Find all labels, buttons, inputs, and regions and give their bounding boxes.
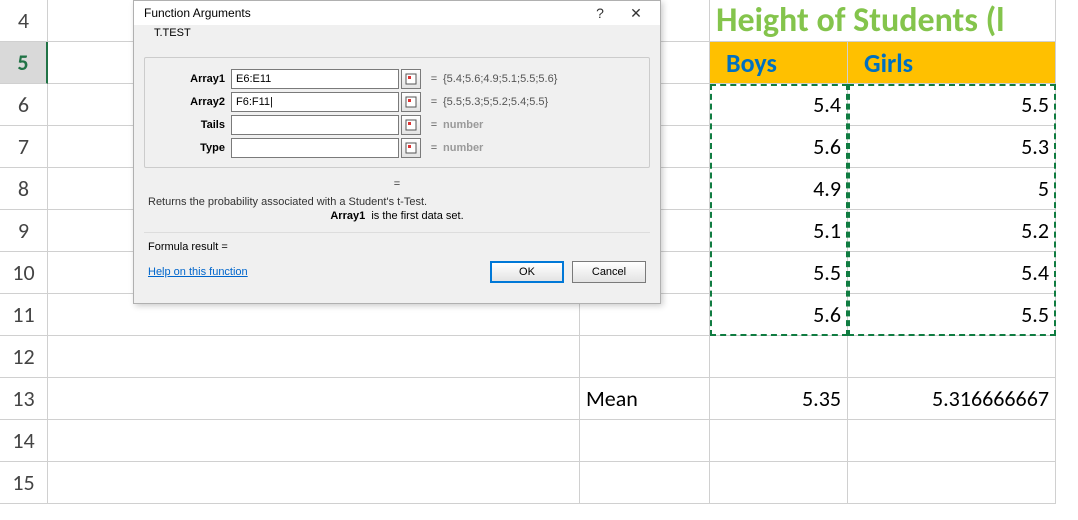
row-header-11[interactable]: 11 <box>0 294 48 336</box>
cell[interactable] <box>710 336 848 378</box>
row-header-4[interactable]: 4 <box>0 0 48 42</box>
function-arguments-dialog: Function Arguments ? ✕ T.TEST Array1 = {… <box>133 0 661 304</box>
range-picker-icon[interactable] <box>401 138 421 158</box>
cell-boys[interactable]: 5.5 <box>710 252 848 294</box>
equals-sign: = <box>427 73 441 85</box>
arg-label: Array1 <box>151 73 231 85</box>
help-icon[interactable]: ? <box>582 1 618 25</box>
row-header-6[interactable]: 6 <box>0 84 48 126</box>
cell-boys[interactable]: 5.6 <box>710 294 848 336</box>
row-header-7[interactable]: 7 <box>0 126 48 168</box>
arg-description: Array1 is the first data set. <box>148 210 646 222</box>
cell[interactable] <box>848 420 1056 462</box>
cell-girls[interactable]: 5.2 <box>848 210 1056 252</box>
cell-girls[interactable]: 5 <box>848 168 1056 210</box>
cell[interactable] <box>848 462 1056 504</box>
cell-boys[interactable]: 5.4 <box>710 84 848 126</box>
array2-input[interactable] <box>231 92 399 112</box>
cell[interactable] <box>48 462 580 504</box>
cell-girls[interactable]: 5.4 <box>848 252 1056 294</box>
row-header-14[interactable]: 14 <box>0 420 48 462</box>
close-icon[interactable]: ✕ <box>618 1 654 25</box>
row-header-15[interactable]: 15 <box>0 462 48 504</box>
row-header-5[interactable]: 5 <box>0 42 48 84</box>
cell-girls[interactable]: 5.5 <box>848 84 1056 126</box>
range-picker-icon[interactable] <box>401 69 421 89</box>
row-header-12[interactable]: 12 <box>0 336 48 378</box>
cell[interactable] <box>710 462 848 504</box>
cell-boys[interactable]: 5.1 <box>710 210 848 252</box>
cell-girls[interactable]: 5.3 <box>848 126 1056 168</box>
header-boys[interactable]: Boys <box>710 42 848 84</box>
cell[interactable] <box>48 420 580 462</box>
cell[interactable] <box>48 378 580 420</box>
equals-sign: = <box>427 119 441 131</box>
row-header-8[interactable]: 8 <box>0 168 48 210</box>
row-header-13[interactable]: 13 <box>0 378 48 420</box>
cell[interactable] <box>580 420 710 462</box>
mean-boys[interactable]: 5.35 <box>710 378 848 420</box>
cell[interactable] <box>848 336 1056 378</box>
range-picker-icon[interactable] <box>401 92 421 112</box>
cell[interactable] <box>580 336 710 378</box>
arg-label: Tails <box>151 119 231 131</box>
equals-sign: = <box>427 96 441 108</box>
arg-result: number <box>443 119 483 131</box>
function-description: Returns the probability associated with … <box>148 196 646 208</box>
equals-sign: = <box>427 142 441 154</box>
range-picker-icon[interactable] <box>401 115 421 135</box>
row-headers: 4 5 6 7 8 9 10 11 12 13 14 15 <box>0 0 48 504</box>
arg-result: {5.5;5.3;5;5.2;5.4;5.5} <box>443 96 548 108</box>
cell-boys[interactable]: 4.9 <box>710 168 848 210</box>
row-header-9[interactable]: 9 <box>0 210 48 252</box>
header-girls[interactable]: Girls <box>848 42 1056 84</box>
arg-label: Type <box>151 142 231 154</box>
cell[interactable] <box>710 420 848 462</box>
cancel-button[interactable]: Cancel <box>572 261 646 283</box>
array1-input[interactable] <box>231 69 399 89</box>
cell[interactable] <box>580 462 710 504</box>
lone-equals: = <box>148 178 646 190</box>
arg-label: Array2 <box>151 96 231 108</box>
dialog-title: Function Arguments <box>144 6 251 20</box>
cell-boys[interactable]: 5.6 <box>710 126 848 168</box>
help-link[interactable]: Help on this function <box>148 266 248 278</box>
dialog-titlebar[interactable]: Function Arguments ? ✕ <box>134 1 660 25</box>
mean-girls[interactable]: 5.316666667 <box>848 378 1056 420</box>
type-input[interactable] <box>231 138 399 158</box>
cell-girls[interactable]: 5.5 <box>848 294 1056 336</box>
arg-result: number <box>443 142 483 154</box>
ok-button[interactable]: OK <box>490 261 564 283</box>
arg-result: {5.4;5.6;4.9;5.1;5.5;5.6} <box>443 73 557 85</box>
function-name: T.TEST <box>150 27 195 39</box>
formula-result: Formula result = <box>148 241 646 253</box>
row-header-10[interactable]: 10 <box>0 252 48 294</box>
cell[interactable] <box>48 336 580 378</box>
mean-label-cell[interactable]: Mean <box>580 378 710 420</box>
title-cell[interactable]: Height of Students (l <box>710 0 1056 42</box>
tails-input[interactable] <box>231 115 399 135</box>
